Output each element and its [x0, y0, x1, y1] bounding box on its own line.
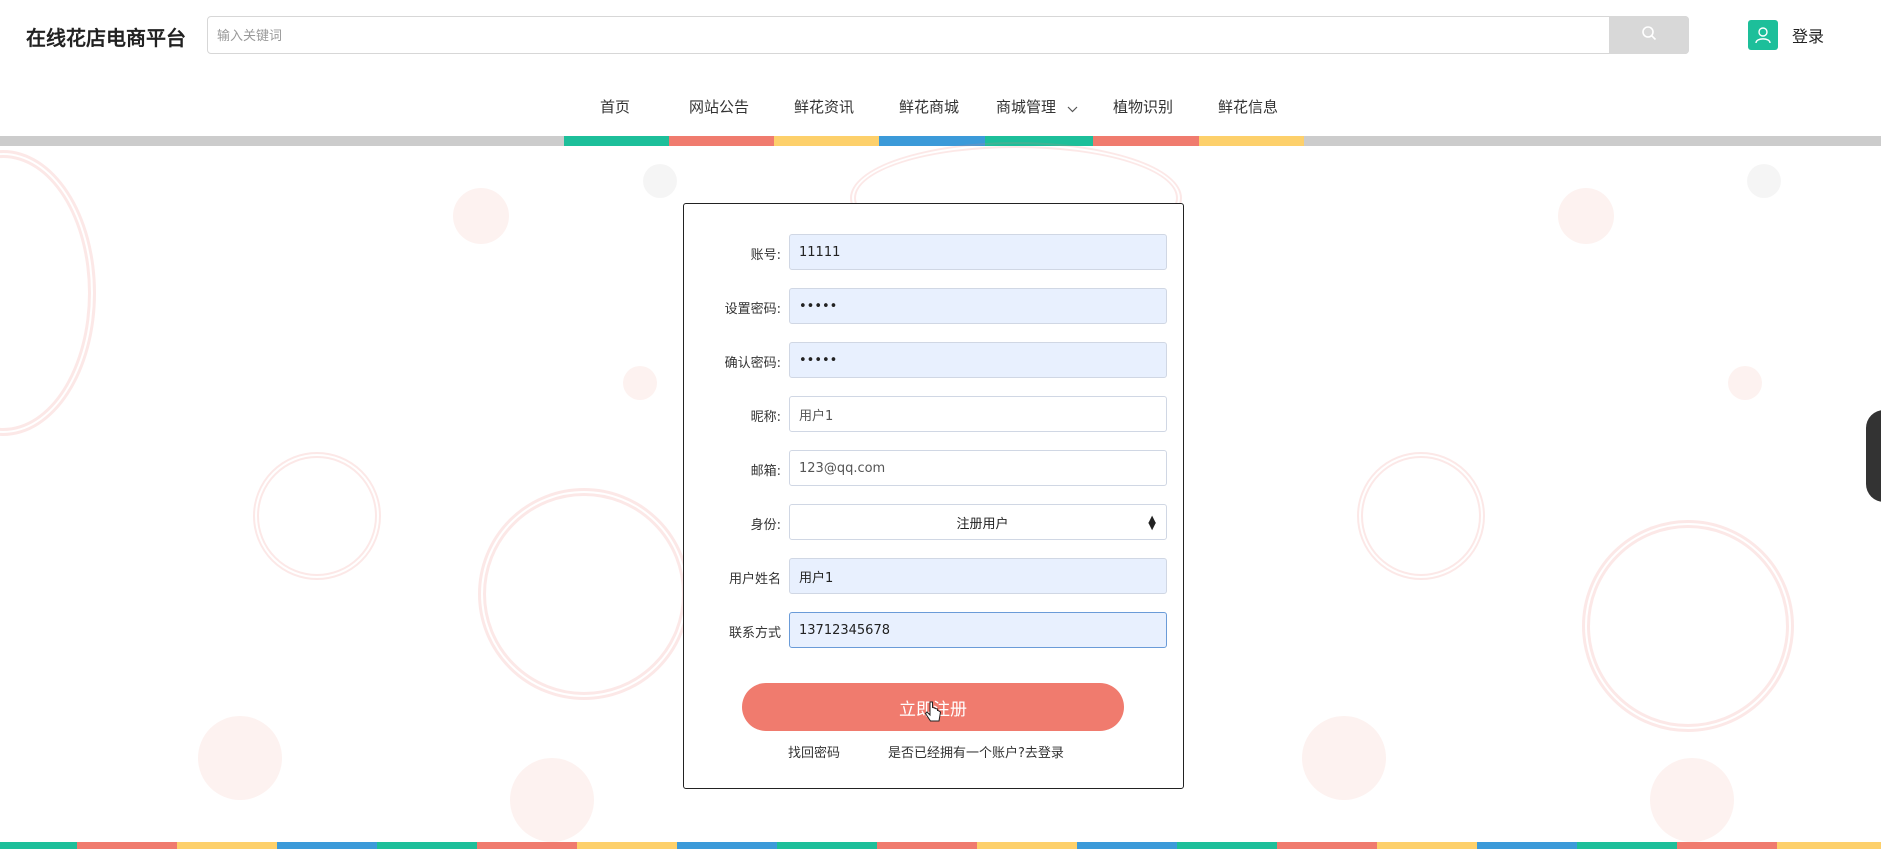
contact-label: 联系方式: [728, 626, 781, 641]
nav-underline-bar: [0, 136, 1881, 146]
contact-input[interactable]: [789, 612, 1167, 648]
main-nav: 首页 网站公告 鲜花资讯 鲜花商城 商城管理 植物识别 鲜花信息: [0, 86, 1881, 126]
search-input[interactable]: [208, 17, 1619, 55]
select-arrows-icon: ▲ ▼: [1148, 514, 1156, 532]
side-float-handle[interactable]: [1866, 410, 1881, 502]
email-label: 邮箱:: [750, 464, 781, 479]
nav-item-home[interactable]: 首页: [600, 96, 630, 117]
real-name-label: 用户姓名: [728, 572, 781, 587]
email-row: 邮箱:: [684, 450, 1183, 486]
search-box: [207, 16, 1689, 55]
role-row: 身份: 注册用户 ▲ ▼: [684, 504, 1183, 540]
user-icon: [1748, 20, 1778, 50]
role-label: 身份:: [750, 518, 781, 533]
real-name-input[interactable]: [789, 558, 1167, 594]
nav-item-announcements[interactable]: 网站公告: [689, 96, 749, 117]
search-icon: [1641, 25, 1657, 45]
nav-item-plant-recognition[interactable]: 植物识别: [1113, 96, 1173, 117]
confirm-password-label: 确认密码:: [724, 356, 781, 371]
nickname-input[interactable]: [789, 396, 1167, 432]
role-select[interactable]: 注册用户 ▲ ▼: [789, 504, 1167, 540]
confirm-password-input[interactable]: [789, 342, 1167, 378]
nickname-row: 昵称:: [684, 396, 1183, 432]
chevron-down-icon: [1067, 99, 1078, 117]
password-input[interactable]: [789, 288, 1167, 324]
nav-item-mall-management[interactable]: 商城管理: [996, 96, 1078, 117]
bottom-color-bar: [0, 842, 1881, 849]
account-label: 账号:: [750, 248, 781, 263]
password-label: 设置密码:: [724, 302, 781, 317]
nav-item-flower-news[interactable]: 鲜花资讯: [794, 96, 854, 117]
go-login-link[interactable]: 是否已经拥有一个账户?去登录: [888, 742, 1064, 761]
account-row: 账号:: [684, 234, 1183, 270]
cursor-icon: [924, 700, 944, 728]
password-row: 设置密码:: [684, 288, 1183, 324]
header: 在线花店电商平台 登录: [0, 0, 1881, 72]
real-name-row: 用户姓名: [684, 558, 1183, 594]
forgot-password-link[interactable]: 找回密码: [788, 742, 840, 761]
nav-item-mall-management-label: 商城管理: [996, 98, 1057, 116]
nav-item-flower-mall[interactable]: 鲜花商城: [899, 96, 959, 117]
search-button[interactable]: [1609, 16, 1689, 54]
role-select-value: 注册用户: [956, 516, 1009, 532]
account-input[interactable]: [789, 234, 1167, 270]
confirm-password-row: 确认密码:: [684, 342, 1183, 378]
login-button[interactable]: 登录: [1748, 20, 1824, 50]
email-input[interactable]: [789, 450, 1167, 486]
nav-item-flower-info[interactable]: 鲜花信息: [1218, 96, 1278, 117]
login-label: 登录: [1792, 27, 1825, 46]
contact-row: 联系方式: [684, 612, 1183, 648]
nickname-label: 昵称:: [750, 410, 781, 425]
site-title: 在线花店电商平台: [26, 26, 186, 50]
